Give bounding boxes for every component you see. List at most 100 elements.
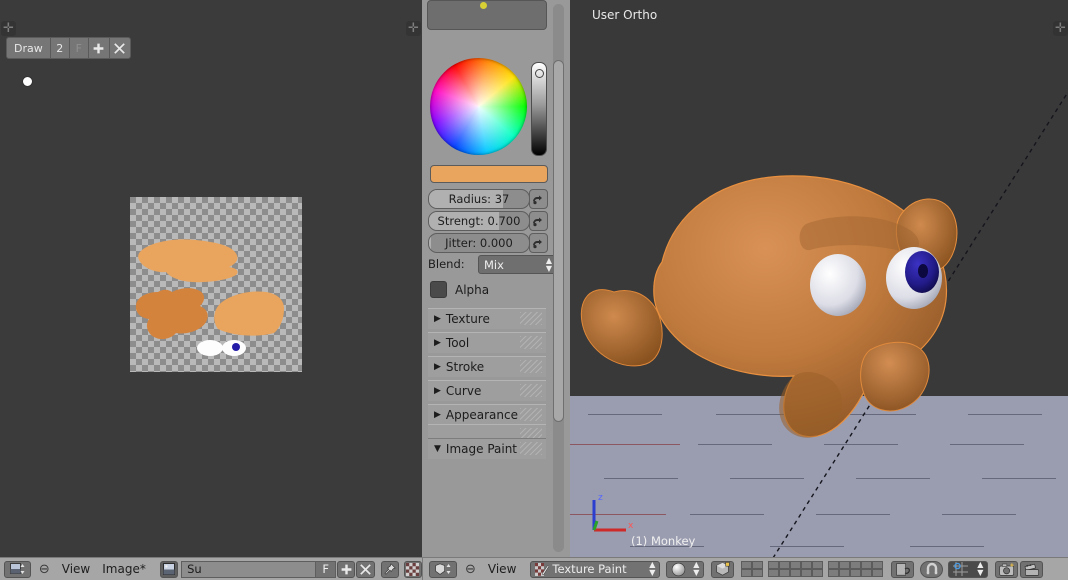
- menu-image[interactable]: Image*: [102, 562, 146, 576]
- panel-clipped-row[interactable]: [428, 424, 546, 438]
- painted-texture: [135, 239, 284, 356]
- magnet-icon[interactable]: [920, 560, 944, 578]
- image-datablock-icon[interactable]: [159, 560, 179, 578]
- jitter-slider[interactable]: Jitter: 0.000: [428, 233, 530, 253]
- menu-view[interactable]: View: [488, 562, 516, 576]
- snap-target-icon: [953, 562, 969, 576]
- jitter-slider-label: Jitter: 0.000: [445, 236, 513, 250]
- fake-user-button[interactable]: F: [316, 560, 337, 578]
- chevron-right-icon: ▶: [434, 314, 441, 324]
- new-brush-button[interactable]: [87, 37, 110, 59]
- chevron-updown-icon: ▲ ▼: [545, 255, 552, 273]
- chevron-right-icon: ▶: [434, 410, 441, 420]
- plus-widget-icon[interactable]: [1, 21, 16, 36]
- strength-slider[interactable]: Strengt: 0.700: [428, 211, 530, 231]
- panel-texture[interactable]: ▶ Texture: [428, 308, 546, 329]
- radius-texture-toggle-icon[interactable]: [529, 189, 548, 209]
- plus-widget-icon[interactable]: [406, 21, 421, 36]
- chevron-right-icon: ▶: [434, 362, 441, 372]
- editor-type-selector[interactable]: [429, 560, 457, 578]
- panel-stroke[interactable]: ▶ Stroke: [428, 356, 546, 377]
- snap-target-dropdown[interactable]: ▲ ▼: [948, 560, 989, 578]
- strength-texture-toggle-icon[interactable]: [529, 211, 548, 231]
- 3d-viewport[interactable]: z x User Ortho (1) Monkey: [570, 0, 1068, 558]
- image-canvas[interactable]: [130, 197, 302, 372]
- collapse-menu-icon[interactable]: ⊖: [465, 562, 476, 577]
- collapse-menu-icon[interactable]: ⊖: [39, 562, 50, 577]
- brush-name-field[interactable]: Draw: [6, 37, 51, 59]
- chevron-updown-icon: ▲ ▼: [977, 560, 984, 577]
- color-wheel[interactable]: [430, 58, 527, 155]
- value-slider-cursor[interactable]: [535, 69, 544, 78]
- panel-appearance[interactable]: ▶ Appearance: [428, 404, 546, 425]
- panel-appearance-label: Appearance: [445, 408, 518, 422]
- suzanne-model[interactable]: [570, 0, 1068, 558]
- panel-grip-icon: [520, 384, 542, 397]
- jitter-texture-toggle-icon[interactable]: [529, 233, 548, 253]
- panel-curve[interactable]: ▶ Curve: [428, 380, 546, 401]
- interaction-mode-dropdown[interactable]: Texture Paint ▲ ▼: [530, 560, 661, 578]
- color-wheel-cursor[interactable]: [22, 76, 33, 87]
- image-name-field[interactable]: Su: [181, 560, 317, 578]
- unlink-brush-button[interactable]: [108, 37, 131, 59]
- panel-texture-label: Texture: [445, 312, 490, 326]
- checker-texture-icon[interactable]: [403, 560, 423, 578]
- scene-layers[interactable]: [741, 561, 884, 577]
- pin-icon[interactable]: [380, 560, 399, 578]
- chevron-down-icon: ▼: [434, 444, 441, 454]
- chevron-right-icon: ▶: [434, 338, 441, 348]
- editor-type-selector[interactable]: [4, 560, 31, 578]
- chevron-updown-icon: ▲ ▼: [649, 560, 656, 577]
- viewport-shading-dropdown[interactable]: ▲ ▼: [666, 560, 705, 578]
- panel-stroke-label: Stroke: [445, 360, 485, 374]
- panel-grip-icon: [520, 360, 542, 373]
- layer-group-2[interactable]: [768, 561, 824, 577]
- blend-label: Blend:: [428, 257, 465, 271]
- layer-group-1[interactable]: [741, 561, 764, 577]
- panel-grip-icon: [520, 428, 542, 438]
- blend-mode-dropdown[interactable]: Mix ▲ ▼: [478, 255, 558, 274]
- strength-slider-label: Strengt: 0.700: [437, 214, 521, 228]
- svg-text:z: z: [598, 493, 603, 503]
- panel-grip-icon: [520, 312, 542, 325]
- plus-widget-icon[interactable]: [1053, 21, 1068, 36]
- viewport-view-label: User Ortho: [592, 8, 658, 22]
- brush-users-count[interactable]: 2: [49, 37, 70, 59]
- object-draw-icon[interactable]: [711, 560, 735, 578]
- alpha-label: Alpha: [455, 282, 490, 297]
- layer-group-3[interactable]: [828, 561, 884, 577]
- lock-layers-icon[interactable]: [891, 560, 915, 578]
- viewport-header[interactable]: ⊖ View Texture Paint ▲ ▼ ▲ ▼ ▲ ▼: [422, 557, 1068, 580]
- panel-tool[interactable]: ▶ Tool: [428, 332, 546, 353]
- render-camera-icon[interactable]: [995, 560, 1019, 578]
- new-image-button[interactable]: [337, 560, 356, 578]
- keyframe-dot-icon: [480, 2, 487, 9]
- svg-text:x: x: [628, 521, 634, 531]
- tool-shelf-scrollbar[interactable]: [553, 4, 564, 552]
- image-editor-header[interactable]: ⊖ View Image* Su F: [0, 557, 423, 580]
- axis-gizmo: z x: [592, 493, 634, 532]
- brush-fake-user-button[interactable]: F: [68, 37, 89, 59]
- solid-shading-icon: [672, 562, 686, 576]
- chevron-right-icon: ▶: [434, 386, 441, 396]
- brush-datablock-toolbar[interactable]: Draw 2 F: [6, 37, 131, 59]
- scrollbar-thumb[interactable]: [553, 60, 564, 422]
- panel-image-paint-label: Image Paint: [445, 442, 518, 456]
- panel-tool-label: Tool: [445, 336, 470, 350]
- blend-mode-value: Mix: [484, 257, 504, 272]
- interaction-mode-value: Texture Paint: [552, 562, 627, 576]
- brush-color-swatch[interactable]: [430, 165, 548, 183]
- unlink-image-button[interactable]: [356, 560, 375, 578]
- clipped-widget[interactable]: [427, 0, 547, 30]
- panel-curve-label: Curve: [445, 384, 482, 398]
- radius-slider[interactable]: Radius: 37: [428, 189, 530, 209]
- panel-grip-icon: [520, 336, 542, 349]
- alpha-checkbox[interactable]: [430, 281, 447, 298]
- chevron-updown-icon: ▲ ▼: [693, 560, 700, 577]
- blender-window: Draw 2 F Radius: 37 Strengt: 0.700 Jitte…: [0, 0, 1068, 580]
- image-editor-area[interactable]: [0, 0, 422, 558]
- alpha-checkbox-row[interactable]: Alpha: [430, 281, 489, 298]
- panel-image-paint[interactable]: ▼ Image Paint: [428, 438, 546, 459]
- menu-view[interactable]: View: [62, 562, 90, 576]
- render-animation-icon[interactable]: [1020, 560, 1044, 578]
